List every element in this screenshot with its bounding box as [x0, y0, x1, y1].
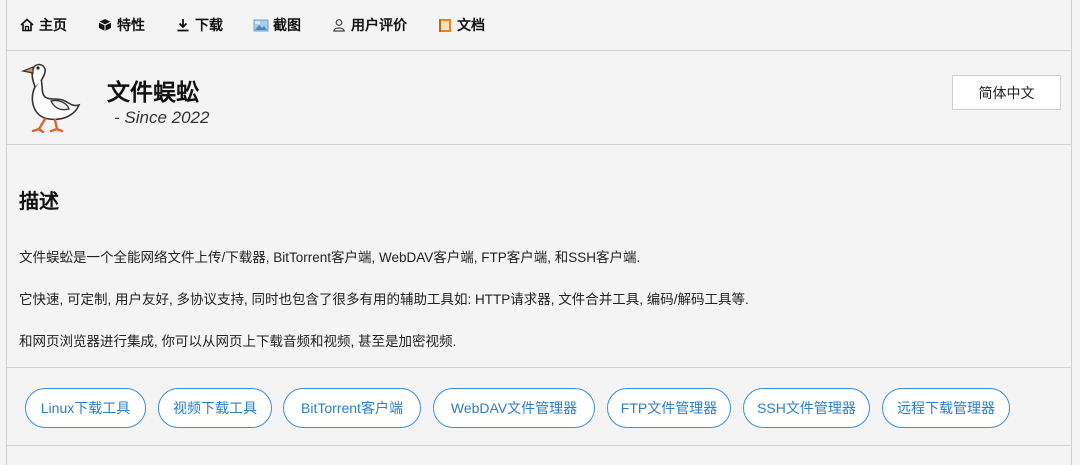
user-icon	[331, 17, 347, 33]
cube-icon	[97, 17, 113, 33]
nav-download[interactable]: 下载	[175, 15, 223, 35]
app-subtitle: - Since 2022	[114, 108, 210, 127]
nav-reviews[interactable]: 用户评价	[331, 15, 407, 35]
nav-docs-label: 文档	[457, 17, 485, 33]
description-title: 描述	[19, 191, 59, 213]
tag-ftp-manager[interactable]: FTP文件管理器	[607, 388, 731, 428]
nav-home[interactable]: 主页	[19, 15, 67, 35]
download-icon	[175, 17, 191, 33]
nav-home-label: 主页	[39, 17, 67, 33]
nav-docs[interactable]: 文档	[437, 15, 485, 35]
screenshot-icon	[253, 17, 269, 33]
description-line-1: 文件蜈蚣是一个全能网络文件上传/下载器, BitTorrent客户端, WebD…	[19, 250, 641, 265]
nav-screenshots-label: 截图	[273, 17, 301, 33]
book-icon	[437, 17, 453, 33]
tag-webdav-manager[interactable]: WebDAV文件管理器	[433, 388, 595, 428]
tag-video-download[interactable]: 视频下载工具	[158, 388, 272, 428]
tag-bittorrent-client[interactable]: BitTorrent客户端	[283, 388, 421, 428]
description-line-2: 它快速, 可定制, 用户友好, 多协议支持, 同时也包含了很多有用的辅助工具如:…	[19, 292, 749, 307]
tag-list: Linux下载工具 视频下载工具 BitTorrent客户端 WebDAV文件管…	[7, 368, 1071, 446]
nav-reviews-label: 用户评价	[351, 17, 407, 33]
tag-remote-download-manager[interactable]: 远程下载管理器	[882, 388, 1010, 428]
tag-ssh-manager[interactable]: SSH文件管理器	[743, 388, 870, 428]
nav-features[interactable]: 特性	[97, 15, 145, 35]
goose-logo	[15, 57, 85, 134]
app-header: 文件蜈蚣 - Since 2022 简体中文	[7, 51, 1071, 145]
nav-features-label: 特性	[117, 17, 145, 33]
app-title: 文件蜈蚣	[107, 79, 199, 105]
top-nav: 主页 特性 下载 截图 用户评价 文档	[7, 0, 1071, 51]
description-line-3: 和网页浏览器进行集成, 你可以从网页上下载音频和视频, 甚至是加密视频.	[19, 334, 457, 349]
page-frame: 主页 特性 下载 截图 用户评价 文档 文件蜈蚣 - Since 2022 简体…	[6, 0, 1072, 465]
description-section: 描述 文件蜈蚣是一个全能网络文件上传/下载器, BitTorrent客户端, W…	[7, 145, 1071, 368]
nav-screenshots[interactable]: 截图	[253, 15, 301, 35]
language-button[interactable]: 简体中文	[952, 75, 1061, 110]
nav-download-label: 下载	[195, 17, 223, 33]
tag-linux-download[interactable]: Linux下载工具	[25, 388, 146, 428]
home-icon	[19, 17, 35, 33]
